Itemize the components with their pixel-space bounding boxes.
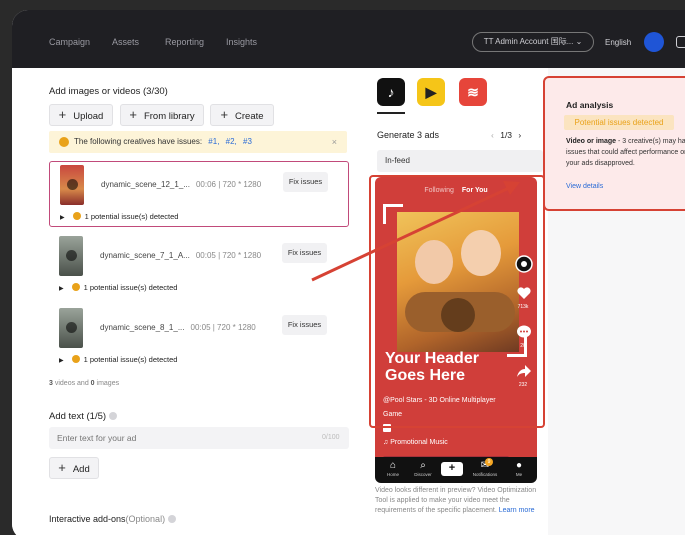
upload-button[interactable]: + Upload <box>49 104 113 126</box>
addons-section-title: Interactive add-ons(Optional) <box>49 514 177 524</box>
nav-campaign[interactable]: Campaign <box>49 37 90 47</box>
notification-badge: 9 <box>485 458 493 466</box>
video-thumbnail <box>60 165 84 205</box>
pangle-logo-icon[interactable]: ▶ <box>417 78 445 106</box>
creatives-section-title: Add images or videos (3/30) <box>49 86 168 97</box>
status-badge: Potential issues detected <box>564 115 674 130</box>
warning-icon <box>59 137 69 147</box>
media-count: 3 videos and 0 images <box>49 380 120 387</box>
home-tab[interactable]: ⌂ Home <box>379 460 407 477</box>
close-icon[interactable]: × <box>332 131 337 153</box>
preview-pager: ‹ 1/3 › <box>487 130 525 140</box>
me-tab[interactable]: ● Me <box>505 460 533 477</box>
nav-insights[interactable]: Insights <box>226 37 257 47</box>
topbuzz-logo-icon[interactable]: ≋ <box>459 78 487 106</box>
analysis-description: Video or image - 3 creative(s) may have … <box>566 138 685 167</box>
home-icon: ⌂ <box>389 460 397 471</box>
fix-issues-button[interactable]: Fix issues <box>282 243 327 263</box>
issue-summary[interactable]: ▶ 1 potential issue(s) detected <box>60 212 178 221</box>
user-icon: ● <box>515 460 523 471</box>
view-details-link[interactable]: View details <box>566 183 603 190</box>
music-label: ♫ Promotional Music <box>383 439 448 446</box>
help-icon[interactable] <box>109 412 118 420</box>
issues-warning-banner: The following creatives have issues: #1,… <box>49 131 347 153</box>
creative-row-1[interactable]: dynamic_scene_12_1_... 00:06 | 720 * 1280… <box>49 161 349 227</box>
caret-right-icon: ▶ <box>59 286 64 292</box>
creative-filename: dynamic_scene_7_1_A... 00:05 | 720 * 1280 <box>100 251 262 260</box>
chevron-right-icon[interactable]: › <box>518 130 521 140</box>
issue-link-3[interactable]: #3 <box>243 137 252 146</box>
create-button[interactable]: + Create <box>210 104 274 126</box>
play-icon <box>66 322 77 333</box>
issue-link-2[interactable]: #2, <box>226 137 237 146</box>
chevron-left-icon[interactable]: ‹ <box>491 130 494 140</box>
learn-more-link[interactable]: Learn more <box>499 507 535 514</box>
search-icon: ⌕ <box>420 460 426 471</box>
creative-filename: dynamic_scene_8_1_... 00:05 | 720 * 1280 <box>100 323 256 332</box>
app-window: Campaign Assets Reporting Insights TT Ad… <box>12 10 685 535</box>
discover-tab[interactable]: ⌕ Discover <box>409 460 437 477</box>
character-counter: 0/100 <box>322 434 340 441</box>
issue-link-1[interactable]: #1, <box>208 137 219 146</box>
ad-text-input[interactable] <box>49 427 349 449</box>
video-thumbnail <box>59 308 83 348</box>
nav-reporting[interactable]: Reporting <box>165 37 204 47</box>
creative-filename: dynamic_scene_12_1_... 00:06 | 720 * 1280 <box>101 180 262 189</box>
avatar[interactable] <box>644 32 664 52</box>
creatives-panel: Add images or videos (3/30) + Upload + Fro… <box>12 68 365 535</box>
generate-ads-label: Generate 3 ads <box>377 130 440 140</box>
fix-issues-button[interactable]: Fix issues <box>283 172 328 192</box>
phone-bottom-nav: ⌂ Home ⌕ Discover + ✉ Notifications 9 ● Me <box>375 457 537 483</box>
nav-assets[interactable]: Assets <box>112 37 139 47</box>
help-icon[interactable] <box>168 515 177 523</box>
language-selector[interactable]: English <box>605 38 631 47</box>
ad-analysis-card: Ad analysis Potential issues detected Vi… <box>543 76 685 211</box>
plus-icon: + <box>220 107 229 122</box>
warning-icon <box>71 283 80 291</box>
create-post-icon[interactable]: + <box>441 462 463 476</box>
plus-icon: + <box>58 107 67 122</box>
warning-icon <box>71 355 80 363</box>
preview-note: Video looks different in preview? Video … <box>375 487 537 514</box>
play-icon <box>66 250 77 261</box>
creative-row-3[interactable]: dynamic_scene_8_1_... 00:05 | 720 * 1280 … <box>49 305 349 371</box>
caret-right-icon: ▶ <box>60 215 65 221</box>
account-selector[interactable]: TT Admin Account 国际... ⌄ <box>472 32 594 52</box>
plus-icon: + <box>58 460 66 475</box>
creative-row-2[interactable]: dynamic_scene_7_1_A... 00:05 | 720 * 1280… <box>49 233 349 299</box>
tiktok-logo-icon[interactable]: ♪ <box>377 78 405 106</box>
ad-text-section-title: Add text (1/5) <box>49 411 118 422</box>
warning-icon <box>72 212 81 220</box>
video-thumbnail <box>59 236 83 276</box>
from-library-button[interactable]: + From library <box>120 104 204 126</box>
fix-issues-button[interactable]: Fix issues <box>282 315 327 335</box>
ad-analysis-title: Ad analysis <box>566 100 614 110</box>
page-indicator: 1/3 <box>500 130 513 140</box>
highlight-box <box>369 175 545 428</box>
caret-right-icon: ▶ <box>59 358 64 364</box>
top-navigation-bar: Campaign Assets Reporting Insights TT Ad… <box>12 10 685 68</box>
plus-icon: + <box>129 107 137 122</box>
issue-summary[interactable]: ▶ 1 potential issue(s) detected <box>59 355 177 364</box>
inbox-icon[interactable] <box>676 36 685 48</box>
selected-platform-indicator <box>377 112 405 114</box>
add-text-button[interactable]: + Add <box>49 457 99 479</box>
play-icon <box>67 179 78 190</box>
placement-select[interactable]: In-feed <box>377 150 543 172</box>
issue-summary[interactable]: ▶ 1 potential issue(s) detected <box>59 283 177 292</box>
